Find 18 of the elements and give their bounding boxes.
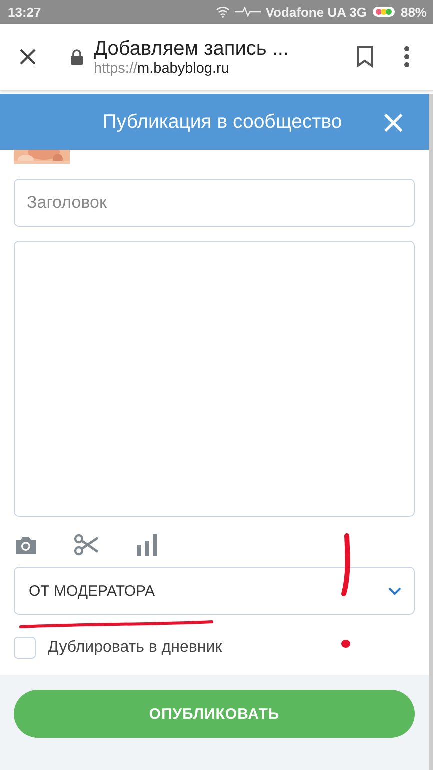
chevron-icon [388, 586, 402, 596]
url-text[interactable]: https://m.babyblog.ru [94, 60, 337, 76]
dialog-title: Публикация в сообщество [102, 110, 342, 134]
lock-icon [70, 49, 84, 65]
camera-icon[interactable] [14, 535, 38, 555]
checkbox-label: Дублировать в дневник [48, 639, 222, 657]
chart-icon[interactable] [136, 533, 158, 557]
carrier-name: Vodafone UA 3G [266, 4, 367, 20]
scissors-icon[interactable] [74, 534, 100, 556]
clock: 13:27 [8, 4, 42, 20]
category-select[interactable]: ОТ МОДЕРАТОРА [14, 567, 415, 615]
battery-icon [372, 6, 396, 18]
wifi-icon [216, 6, 230, 18]
pulse-icon [234, 7, 261, 17]
title-field[interactable]: Заголовок [14, 179, 415, 227]
page-title: Добавляем запись ... [94, 38, 290, 60]
battery-level: 88% [400, 4, 427, 20]
checkbox[interactable] [14, 637, 36, 659]
